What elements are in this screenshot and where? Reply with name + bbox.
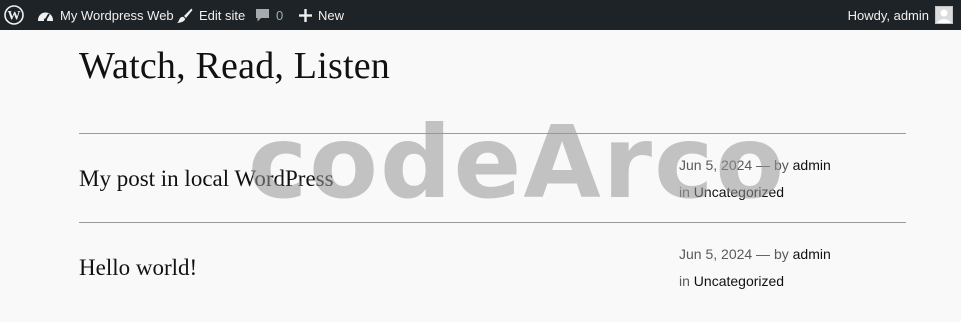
post-author-link[interactable]: admin [793, 246, 831, 262]
post-author-link[interactable]: admin [793, 157, 831, 173]
admin-bar: W My Wordpress Web Edit site 0 New Howdy… [0, 0, 961, 30]
post-category-link[interactable]: Uncategorized [694, 184, 784, 200]
comments-link[interactable]: 0 [255, 0, 283, 30]
site-name-menu[interactable]: My Wordpress Web [37, 0, 174, 30]
post-separator [79, 222, 906, 223]
post-title-link[interactable]: My post in local WordPress [79, 166, 334, 192]
post-by-text: — by [752, 246, 793, 262]
edit-site-button[interactable]: Edit site [176, 0, 245, 30]
wordpress-logo-menu[interactable]: W [4, 0, 24, 30]
site-title[interactable]: Watch, Read, Listen [79, 44, 390, 88]
post-meta: Jun 5, 2024 — by admin in Uncategorized [679, 152, 831, 206]
greeting-label: Howdy, admin [847, 7, 929, 23]
post-in-text: in [679, 184, 694, 200]
svg-text:W: W [8, 8, 21, 23]
plus-icon [299, 8, 312, 22]
post-title-link[interactable]: Hello world! [79, 255, 197, 281]
dashboard-gauge-icon [37, 8, 54, 23]
post-date[interactable]: Jun 5, 2024 [679, 157, 752, 173]
comments-count: 0 [276, 7, 284, 23]
avatar [935, 6, 953, 24]
wordpress-logo-icon: W [4, 5, 24, 25]
user-silhouette-icon [937, 9, 951, 23]
post-separator [79, 133, 906, 134]
site-name-label: My Wordpress Web [60, 7, 174, 23]
comment-bubble-icon [255, 8, 270, 23]
post-in-text: in [679, 273, 694, 289]
user-account-menu[interactable]: Howdy, admin [848, 0, 953, 30]
post-meta: Jun 5, 2024 — by admin in Uncategorized [679, 241, 831, 295]
post-category-link[interactable]: Uncategorized [694, 273, 784, 289]
post-date[interactable]: Jun 5, 2024 [679, 246, 752, 262]
post-by-text: — by [752, 157, 793, 173]
new-content-menu[interactable]: New [299, 0, 344, 30]
brush-icon [176, 7, 193, 24]
edit-site-label: Edit site [199, 7, 246, 23]
new-label: New [318, 7, 345, 23]
